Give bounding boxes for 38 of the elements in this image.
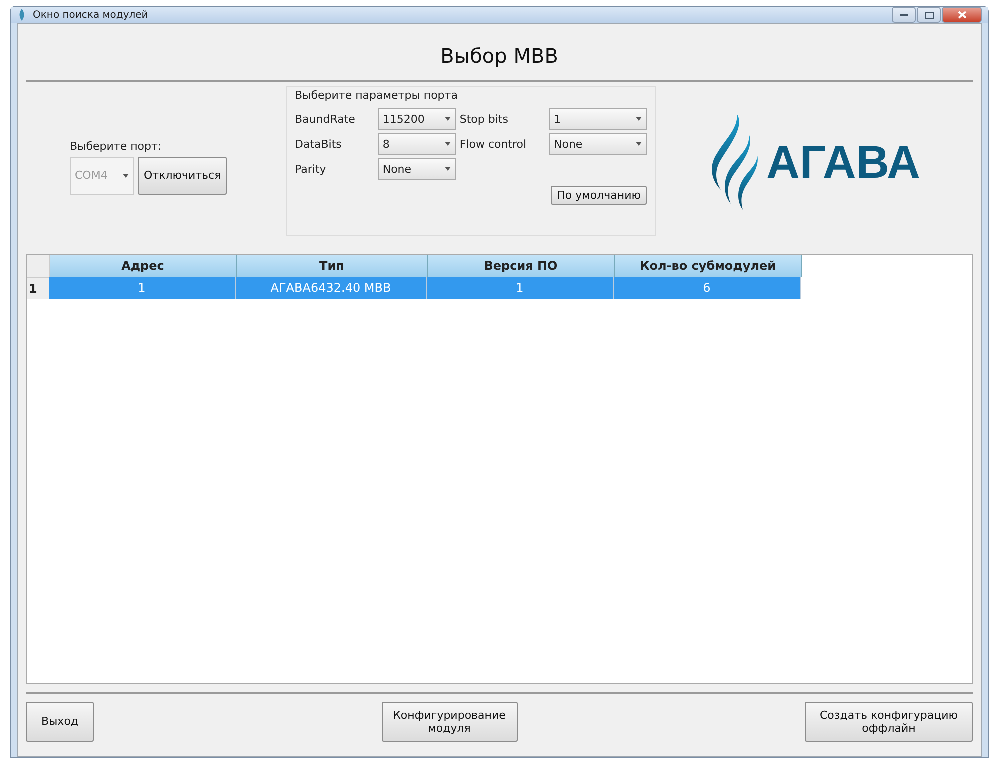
setting-dropdown[interactable]: None [378,158,456,180]
caret-icon [123,174,129,178]
column-header[interactable]: Тип [237,255,428,277]
column-header[interactable]: Версия ПО [428,255,615,277]
setting-dropdown[interactable]: 8 [378,133,456,155]
logo-text: АГАВА [766,135,920,189]
caret-icon [444,117,451,121]
default-button[interactable]: По умолчанию [551,186,647,205]
action-button[interactable]: Конфигурирование модуля [382,702,518,742]
setting-dropdown[interactable]: None [549,133,647,155]
field-label: DataBits [295,138,343,150]
action-button[interactable]: Выход [26,702,94,742]
group-title: Выберите параметры порта [295,89,459,102]
close-icon [958,11,966,19]
maximize-icon [924,12,934,18]
minimize-button[interactable] [892,7,916,23]
setting-dropdown[interactable]: 1 [549,108,647,130]
caret-icon [444,167,451,171]
caret-icon [636,117,642,121]
table-corner [27,255,50,277]
field-label: BaundRate [295,112,356,126]
column-header[interactable]: Кол-во субмодулей [615,255,802,277]
field-label: Stop bits [460,112,510,126]
window-title: Окно поиска модулей [33,10,148,20]
maximize-button[interactable] [917,7,941,23]
field-label: Flow control [460,138,528,150]
port-label: Выберите порт: [70,140,163,152]
caret-icon [444,142,451,146]
action-button[interactable]: Создать конфигурацию оффлайн [805,702,973,742]
minimize-icon [900,14,908,16]
setting-dropdown[interactable]: 115200 [378,108,456,130]
row-number: 1 [27,277,49,299]
close-button[interactable] [942,7,982,23]
page-heading: Выбор МВВ [440,43,560,70]
caret-icon [636,142,642,146]
field-label: Parity [295,162,328,176]
app-icon [17,9,27,21]
column-header[interactable]: Адрес [50,255,237,277]
